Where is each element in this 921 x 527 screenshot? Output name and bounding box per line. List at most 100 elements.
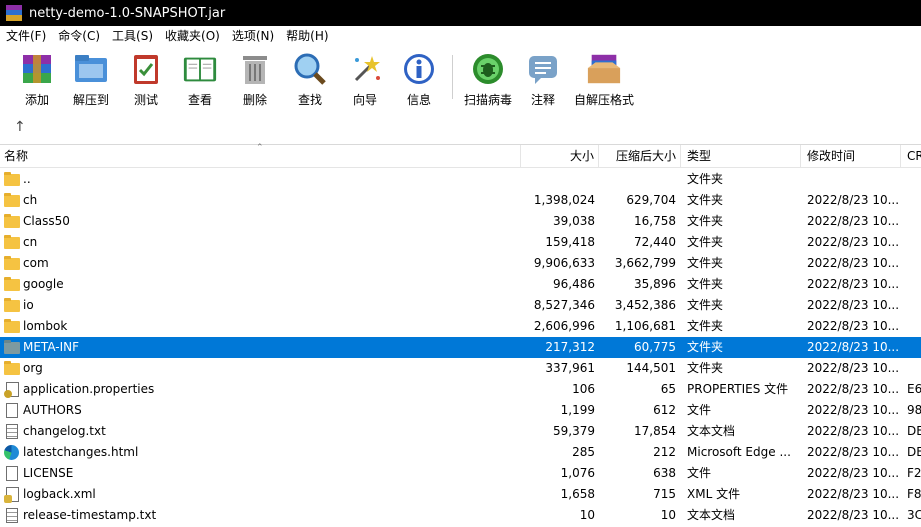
file-name: Class50	[23, 214, 70, 228]
file-name: release-timestamp.txt	[23, 508, 157, 522]
file-icon	[4, 402, 20, 419]
file-row[interactable]: META-INF 217,312 60,775 文件夹 2022/8/23 10...	[0, 337, 921, 358]
file-modified: 2022/8/23 10...	[807, 277, 900, 291]
file-crc: 3C	[907, 508, 921, 522]
info-label: 信息	[406, 93, 431, 107]
file-name: cn	[23, 235, 38, 249]
menu-options[interactable]: 选项(N)	[226, 26, 280, 47]
virus-scan-icon	[470, 51, 506, 87]
file-row[interactable]: application.properties 106 65 PROPERTIES 文件…	[0, 379, 921, 400]
folder-icon	[4, 213, 20, 230]
file-crc	[907, 253, 921, 274]
find-button[interactable]: 查找	[282, 47, 338, 109]
file-row[interactable]: AUTHORS 1,199 612 文件 2022/8/23 10... 98	[0, 400, 921, 421]
file-row[interactable]: release-timestamp.txt 10 10 文本文档 2022/8/23 1…	[0, 505, 921, 526]
file-crc: F2	[907, 466, 921, 480]
file-modified: 2022/8/23 10...	[807, 235, 900, 249]
column-type[interactable]: 类型	[681, 145, 801, 168]
column-packed[interactable]: 压缩后大小	[599, 145, 681, 168]
menu-bar: 文件(F) 命令(C) 工具(S) 收藏夹(O) 选项(N) 帮助(H)	[0, 26, 921, 47]
file-type: 文件夹	[687, 361, 724, 375]
file-crc: DE	[907, 445, 921, 459]
file-list: .. 文件夹 ch 1,398,024 629,704 文件夹 2022/8/23 10..…	[0, 169, 921, 527]
file-row[interactable]: com 9,906,633 3,662,799 文件夹 2022/8/23 10...	[0, 253, 921, 274]
file-name-cell: release-timestamp.txt	[0, 505, 521, 526]
file-row[interactable]: ch 1,398,024 629,704 文件夹 2022/8/23 10...	[0, 190, 921, 211]
add-label: 添加	[24, 93, 49, 107]
file-size: 106	[572, 382, 595, 396]
file-size: 9,906,633	[533, 256, 595, 270]
file-packed-size: 60,775	[634, 340, 676, 354]
column-name[interactable]: 名称	[0, 145, 521, 168]
file-packed-size	[599, 169, 680, 190]
file-row[interactable]: logback.xml 1,658 715 XML 文件 2022/8/23 10...…	[0, 484, 921, 505]
up-folder-icon[interactable]: ↑	[14, 119, 26, 135]
extract-to-button[interactable]: 解压到	[62, 47, 120, 109]
file-type: 文本文档	[687, 508, 736, 522]
file-row[interactable]: cn 159,418 72,440 文件夹 2022/8/23 10...	[0, 232, 921, 253]
file-type: 文本文档	[687, 424, 736, 438]
file-row[interactable]: org 337,961 144,501 文件夹 2022/8/23 10...	[0, 358, 921, 379]
file-row[interactable]: changelog.txt 59,379 17,854 文本文档 2022/8/23 1…	[0, 421, 921, 442]
file-packed-size: 10	[660, 508, 676, 522]
file-type: Microsoft Edge ...	[687, 445, 791, 459]
file-modified: 2022/8/23 10...	[807, 424, 900, 438]
sfx-button[interactable]: 自解压格式	[569, 47, 639, 109]
file-type: 文件夹	[687, 277, 724, 291]
menu-commands[interactable]: 命令(C)	[52, 26, 106, 47]
file-row[interactable]: google 96,486 35,896 文件夹 2022/8/23 10...	[0, 274, 921, 295]
virus-scan-label: 扫描病毒	[463, 93, 512, 107]
comment-label: 注释	[530, 93, 555, 107]
file-row[interactable]: .. 文件夹	[0, 169, 921, 190]
file-name: changelog.txt	[23, 424, 106, 438]
add-archive-icon	[19, 51, 55, 87]
file-name-cell: AUTHORS	[0, 400, 521, 421]
file-name: META-INF	[23, 337, 80, 358]
file-row[interactable]: LICENSE 1,076 638 文件 2022/8/23 10... F2	[0, 463, 921, 484]
delete-button[interactable]: 删除	[228, 47, 282, 109]
folder-icon	[4, 171, 20, 188]
file-row[interactable]: latestchanges.html 285 212 Microsoft Edge .…	[0, 442, 921, 463]
file-packed-size: 35,896	[634, 277, 676, 291]
delete-trash-icon	[237, 51, 273, 87]
file-crc	[907, 232, 921, 253]
info-icon	[401, 51, 437, 87]
file-row[interactable]: lombok 2,606,996 1,106,681 文件夹 2022/8/23 10.…	[0, 316, 921, 337]
menu-help[interactable]: 帮助(H)	[280, 26, 334, 47]
view-button[interactable]: 查看	[172, 47, 228, 109]
file-size: 337,961	[545, 361, 595, 375]
file-packed-size: 612	[653, 403, 676, 417]
folder-icon	[4, 297, 20, 314]
virus-scan-button[interactable]: 扫描病毒	[459, 47, 517, 109]
file-size: 1,199	[560, 403, 595, 417]
file-size: 59,379	[553, 424, 595, 438]
toolbar: 添加 解压到 测试 查看 删除 查找 向导 信息 扫描病毒 注释 自解压格式	[0, 47, 921, 111]
menu-file[interactable]: 文件(F)	[0, 26, 52, 47]
info-button[interactable]: 信息	[392, 47, 446, 109]
title-bar: netty-demo-1.0-SNAPSHOT.jar	[0, 0, 921, 26]
folder-icon	[4, 192, 20, 209]
test-button[interactable]: 测试	[120, 47, 172, 109]
menu-tools[interactable]: 工具(S)	[106, 26, 159, 47]
file-name: io	[23, 298, 34, 312]
file-size: 2,606,996	[533, 319, 595, 333]
file-size	[521, 169, 599, 190]
xml-file-icon	[4, 486, 20, 503]
column-modified[interactable]: 修改时间	[801, 145, 901, 168]
column-size[interactable]: 大小	[521, 145, 599, 168]
file-packed-size: 16,758	[634, 214, 676, 228]
file-name-cell: com	[0, 253, 521, 274]
file-name-cell: application.properties	[0, 379, 521, 400]
menu-favorites[interactable]: 收藏夹(O)	[159, 26, 226, 47]
file-row[interactable]: io 8,527,346 3,452,386 文件夹 2022/8/23 10...	[0, 295, 921, 316]
file-packed-size: 638	[653, 466, 676, 480]
file-name: ..	[23, 172, 31, 186]
folder-icon	[4, 339, 20, 356]
add-button[interactable]: 添加	[12, 47, 62, 109]
file-crc	[907, 358, 921, 379]
file-row[interactable]: Class50 39,038 16,758 文件夹 2022/8/23 10...	[0, 211, 921, 232]
comment-button[interactable]: 注释	[517, 47, 569, 109]
file-name-cell: changelog.txt	[0, 421, 521, 442]
column-crc[interactable]: CR	[901, 145, 921, 168]
wizard-button[interactable]: 向导	[338, 47, 392, 109]
